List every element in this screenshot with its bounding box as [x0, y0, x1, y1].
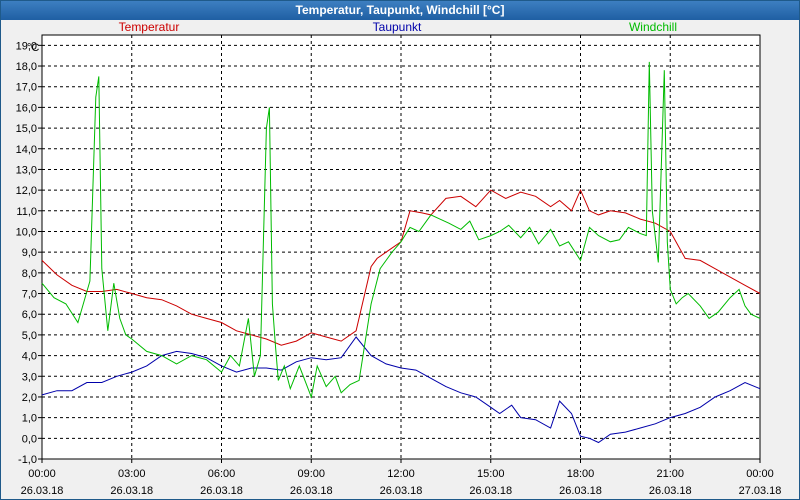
y-tick-label: 1,0 [22, 413, 37, 425]
x-tick-time: 06:00 [208, 468, 236, 480]
window-title: Temperatur, Taupunkt, Windchill [°C] [1, 1, 799, 20]
y-tick-label: 6,0 [22, 309, 37, 321]
y-tick-label: 0,0 [22, 433, 37, 445]
x-tick-date: 26.03.18 [559, 485, 602, 497]
x-tick-date: 27.03.18 [739, 485, 782, 497]
y-tick-label: 3,0 [22, 371, 37, 383]
y-tick-label: 4,0 [22, 351, 37, 363]
y-tick-label: 13,0 [16, 164, 37, 176]
legend-entry-temperatur: Temperatur [119, 21, 180, 34]
x-tick-time: 03:00 [118, 468, 146, 480]
y-tick-label: 11,0 [16, 206, 37, 218]
y-tick-label: 12,0 [16, 185, 37, 197]
y-tick-label: 7,0 [22, 289, 37, 301]
x-tick-time: 00:00 [746, 468, 774, 480]
y-tick-label: 15,0 [16, 123, 37, 135]
legend-entry-windchill: Windchill [629, 21, 677, 34]
x-tick-time: 12:00 [387, 468, 415, 480]
y-tick-label: 17,0 [16, 82, 37, 94]
x-tick-date: 26.03.18 [380, 485, 423, 497]
x-tick-date: 26.03.18 [200, 485, 243, 497]
x-tick-time: 21:00 [656, 468, 684, 480]
y-tick-label: 5,0 [22, 330, 37, 342]
x-tick-date: 26.03.18 [110, 485, 153, 497]
x-tick-time: 18:00 [567, 468, 595, 480]
x-tick-date: 26.03.18 [649, 485, 692, 497]
y-tick-label: -1,0 [18, 454, 37, 466]
x-tick-time: 15:00 [477, 468, 505, 480]
x-tick-date: 26.03.18 [469, 485, 512, 497]
y-tick-label: 9,0 [22, 247, 37, 259]
x-tick-date: 26.03.18 [290, 485, 333, 497]
x-tick-time: 00:00 [28, 468, 56, 480]
y-tick-label: 2,0 [22, 392, 37, 404]
y-tick-label: 16,0 [16, 102, 37, 114]
y-axis-unit: °C [27, 42, 39, 54]
y-tick-label: 18,0 [16, 61, 37, 73]
x-tick-time: 09:00 [297, 468, 325, 480]
line-chart: 19,018,017,016,015,014,013,012,011,010,0… [16, 21, 782, 497]
chart-window: Temperatur, Taupunkt, Windchill [°C] 19,… [0, 0, 800, 500]
y-tick-label: 10,0 [16, 226, 37, 238]
legend-entry-taupunkt: Taupunkt [373, 21, 422, 34]
y-tick-label: 8,0 [22, 268, 37, 280]
x-tick-date: 26.03.18 [21, 485, 64, 497]
y-tick-label: 14,0 [16, 144, 37, 156]
